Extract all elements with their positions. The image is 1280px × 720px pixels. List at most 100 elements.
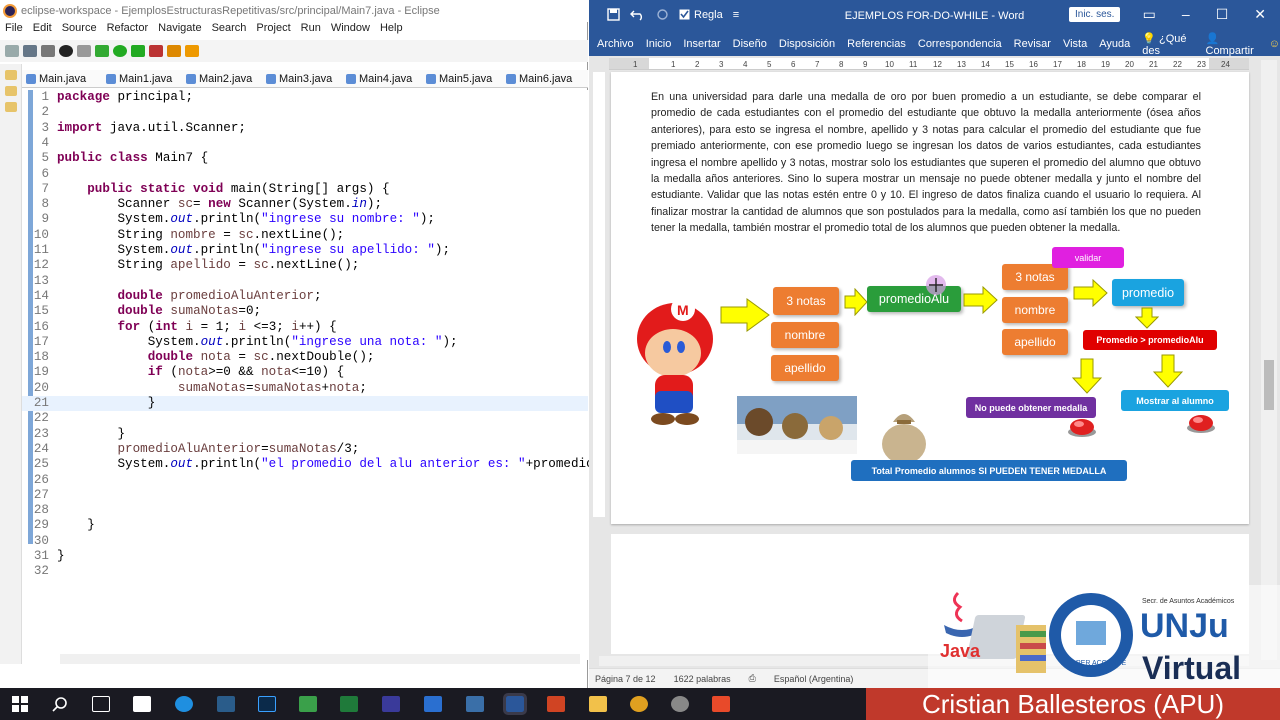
tab-main5[interactable]: Main5.java [422, 70, 502, 87]
new-class-icon[interactable] [167, 45, 181, 57]
save-icon[interactable] [607, 8, 620, 21]
tab-revisar[interactable]: Revisar [1014, 38, 1051, 50]
svg-text:3: 3 [719, 60, 724, 69]
chrome-icon[interactable] [630, 696, 648, 712]
word-icon[interactable] [503, 693, 527, 715]
vertical-ruler[interactable] [593, 72, 605, 517]
eclipse-window: eclipse-workspace - EjemplosEstructurasR… [0, 0, 609, 688]
excel-icon[interactable] [340, 696, 358, 712]
eclipse-icon[interactable] [382, 696, 400, 712]
menu-window[interactable]: Window [326, 22, 375, 38]
close-icon[interactable]: ✕ [1254, 6, 1266, 23]
share-button[interactable]: 👤 Compartir [1206, 32, 1257, 57]
menu-refactor[interactable]: Refactor [102, 22, 154, 38]
tab-disposicion[interactable]: Disposición [779, 38, 835, 50]
debug-run-icon[interactable] [95, 45, 109, 57]
mail-icon[interactable] [133, 696, 151, 712]
menu-search[interactable]: Search [207, 22, 252, 38]
tab-main6[interactable]: Main6.java [502, 70, 582, 87]
vscode-icon[interactable] [424, 696, 442, 712]
menu-help[interactable]: Help [375, 22, 408, 38]
java-file-icon [186, 73, 196, 84]
new-icon[interactable] [5, 45, 19, 57]
menu-run[interactable]: Run [296, 22, 326, 38]
tab-inicio[interactable]: Inicio [646, 38, 672, 50]
minimize-icon[interactable]: – [1182, 6, 1190, 23]
code-line: 25 System.out.println("el promedio del a… [33, 457, 609, 472]
redo-icon[interactable] [656, 8, 669, 21]
file-explorer-icon[interactable] [589, 696, 607, 712]
menu-file[interactable]: File [0, 22, 28, 38]
search-icon[interactable] [52, 696, 68, 712]
photoshop-icon[interactable] [258, 696, 276, 712]
tab-main[interactable]: Main.java [22, 70, 102, 87]
tab-insertar[interactable]: Insertar [683, 38, 720, 50]
tell-me-box[interactable]: 💡 ¿Qué des [1142, 32, 1193, 57]
editor-horizontal-scrollbar[interactable] [60, 654, 580, 664]
code-line: 29 } [33, 518, 95, 533]
package-explorer-icon[interactable] [5, 70, 17, 80]
camtasia-icon[interactable] [299, 696, 317, 712]
horizontal-ruler[interactable]: 1 1 2 3 4 5 6 7 8 9 10 11 12 13 14 15 16 17 18 19 20 21 22 23 24 [609, 58, 1249, 70]
box-condicion: Promedio > promedioAlu [1083, 330, 1217, 350]
menu-navigate[interactable]: Navigate [153, 22, 206, 38]
tab-referencias[interactable]: Referencias [847, 38, 906, 50]
powerpoint-icon[interactable] [547, 696, 565, 712]
svg-text:20: 20 [1125, 60, 1134, 69]
vertical-scrollbar[interactable] [1261, 60, 1277, 660]
tab-main4[interactable]: Main4.java [342, 70, 422, 87]
tab-diseno[interactable]: Diseño [733, 38, 767, 50]
tab-main3[interactable]: Main3.java [262, 70, 342, 87]
word-title-bar: Regla ≡ EJEMPLOS FOR-DO-WHILE - Word Ini… [589, 0, 1280, 32]
tab-ayuda[interactable]: Ayuda [1099, 38, 1130, 50]
tab-archivo[interactable]: Archivo [597, 38, 634, 50]
windows-start-icon[interactable] [12, 696, 28, 712]
tab-correspondencia[interactable]: Correspondencia [918, 38, 1002, 50]
tab-vista[interactable]: Vista [1063, 38, 1087, 50]
network-icon[interactable] [466, 696, 484, 712]
run-icon[interactable] [113, 45, 127, 57]
menu-project[interactable]: Project [251, 22, 295, 38]
menu-edit[interactable]: Edit [28, 22, 57, 38]
ruler-toggle[interactable]: Regla [679, 9, 723, 21]
app-icon[interactable] [712, 696, 730, 712]
maximize-icon[interactable]: ☐ [1216, 6, 1229, 23]
code-line: 13 [33, 273, 49, 288]
task-view-icon[interactable] [92, 696, 110, 712]
tool-icon[interactable] [77, 45, 91, 57]
settings-icon[interactable] [671, 696, 689, 712]
box-3-notas: 3 notas [773, 287, 839, 315]
sign-in-button[interactable]: Inic. ses. [1069, 7, 1121, 22]
task-list-icon[interactable] [5, 102, 17, 112]
code-editor[interactable]: 1 package principal; 2 3 import java.util.… [22, 90, 609, 660]
document-page[interactable]: En una universidad para darle una medall… [611, 72, 1249, 524]
arrow-right-icon [844, 288, 868, 316]
undo-icon[interactable] [630, 8, 646, 21]
debug-icon[interactable] [59, 45, 73, 57]
page-count[interactable]: Página 7 de 12 [595, 674, 656, 684]
edge-icon[interactable] [175, 696, 193, 712]
save-all-icon[interactable] [41, 45, 55, 57]
pgadmin-icon[interactable] [217, 696, 235, 712]
language[interactable]: Español (Argentina) [774, 674, 854, 684]
tab-main2[interactable]: Main2.java [182, 70, 262, 87]
svg-text:19: 19 [1101, 60, 1110, 69]
open-folder-icon[interactable] [185, 45, 199, 57]
word-count[interactable]: 1622 palabras [674, 674, 731, 684]
ribbon-display-icon[interactable]: ▭ [1143, 6, 1156, 23]
document-paragraph[interactable]: En una universidad para darle una medall… [651, 89, 1201, 237]
external-tools-icon[interactable] [149, 45, 163, 57]
outline-icon[interactable] [5, 86, 17, 96]
coverage-icon[interactable] [131, 45, 145, 57]
customize-toolbar-icon[interactable]: ≡ [733, 9, 739, 21]
smiley-icon[interactable]: ☺ [1269, 38, 1280, 50]
box-no-puede: No puede obtener medalla [966, 397, 1096, 418]
editor-tabs: Main.java Main1.java Main2.java Main3.ja… [22, 70, 588, 88]
java-file-icon [506, 73, 516, 84]
svg-text:4: 4 [743, 60, 748, 69]
scroll-thumb[interactable] [1264, 360, 1274, 410]
menu-source[interactable]: Source [57, 22, 102, 38]
tab-main1[interactable]: Main1.java [102, 70, 182, 87]
save-icon[interactable] [23, 45, 37, 57]
proofing-icon[interactable]: ⎙ [749, 673, 756, 684]
